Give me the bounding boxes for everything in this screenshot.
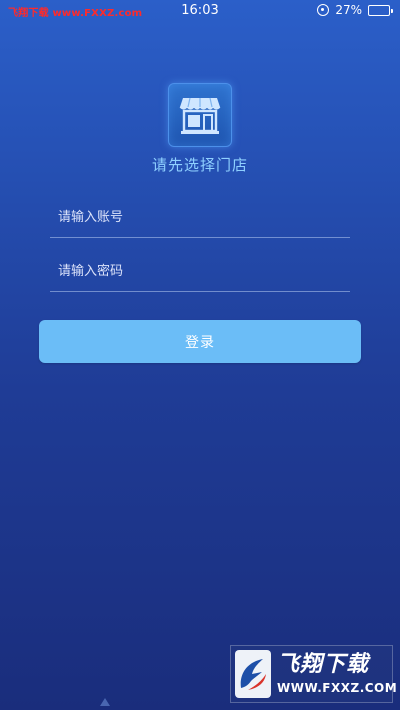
password-input[interactable]	[50, 252, 350, 291]
status-bar: 飞翔下载 www.FXXZ.com 16:03 27%	[0, 0, 400, 22]
bottom-indicator	[100, 698, 110, 706]
store-icon	[179, 97, 221, 134]
watermark-brand: 飞翔下载	[277, 652, 370, 677]
account-input[interactable]	[50, 198, 350, 237]
battery-percent: 27%	[335, 3, 362, 17]
select-store-label[interactable]: 请先选择门店	[0, 154, 400, 175]
battery-icon	[368, 4, 393, 16]
password-field	[50, 252, 350, 292]
watermark-url: WWW.FXXZ.COM	[277, 681, 398, 695]
orientation-lock-icon	[317, 4, 330, 16]
fxxz-watermark: 飞翔下载 WWW.FXXZ.COM	[230, 645, 397, 703]
account-field	[50, 198, 350, 238]
status-indicators: 27%	[317, 3, 393, 17]
login-button[interactable]: 登录	[39, 320, 361, 363]
store-selector-button[interactable]	[168, 83, 232, 147]
fxxz-logo-icon	[235, 650, 271, 698]
